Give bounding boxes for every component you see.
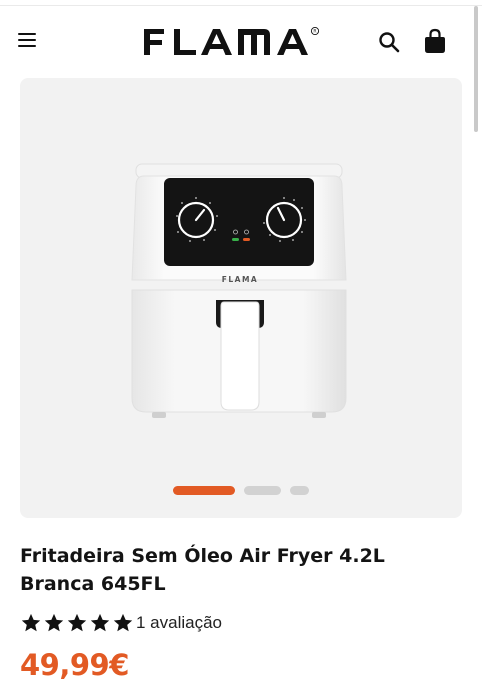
site-header: R [0,6,482,74]
reviews-count-link[interactable]: 1 avaliação [136,613,222,633]
star-icon [67,613,87,632]
rating-stars [20,612,134,634]
gallery-dot-1-active[interactable] [173,486,235,495]
product-gallery[interactable]: FLAMA [20,78,462,518]
shopping-bag-icon[interactable] [424,28,446,54]
star-icon [21,613,41,632]
search-icon[interactable] [378,31,400,53]
gallery-dot-3[interactable] [290,486,309,495]
gallery-pagination [173,486,313,496]
page-scrollbar[interactable] [474,6,478,132]
gallery-dot-2[interactable] [244,486,281,495]
star-icon [90,613,110,632]
air-fryer-product-image: FLAMA [131,163,347,418]
star-icon [44,613,64,632]
svg-text:R: R [313,29,316,35]
hamburger-menu-icon[interactable] [18,33,38,49]
product-price: 49,99€ [20,648,129,682]
star-icon [113,613,133,632]
product-rating: 1 avaliação [20,612,222,634]
product-title: Fritadeira Sem Óleo Air Fryer 4.2L Branc… [20,545,385,595]
brand-logo[interactable]: R [140,24,330,60]
device-brand-label: FLAMA [222,275,258,284]
